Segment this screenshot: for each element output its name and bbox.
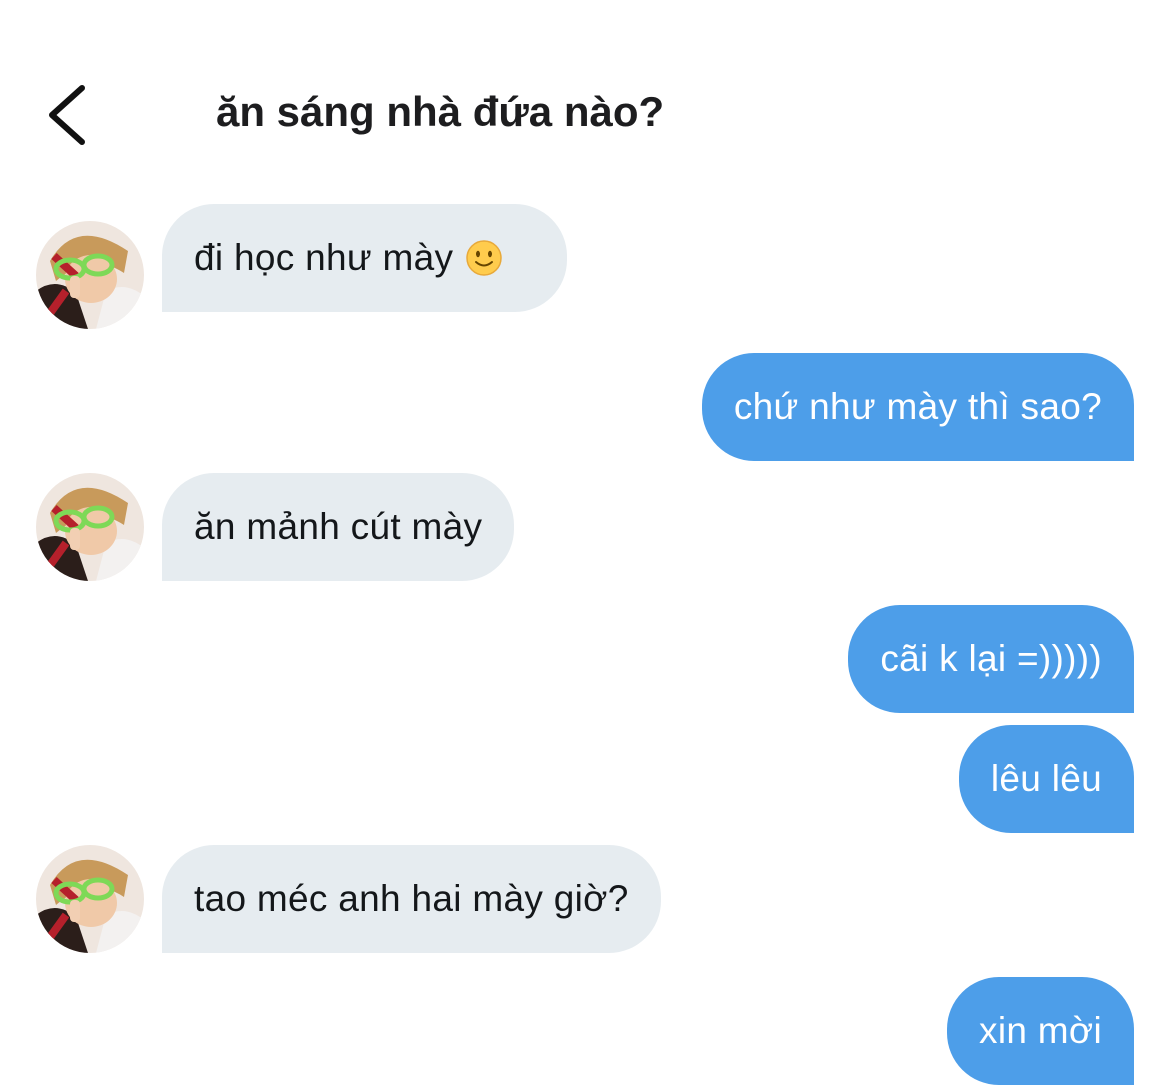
- message-text: cãi k lại =))))): [880, 638, 1102, 679]
- slightly-smiling-face-icon: [466, 240, 503, 276]
- message-bubble-incoming[interactable]: ăn mảnh cút mày: [162, 473, 515, 581]
- avatar[interactable]: [36, 473, 144, 581]
- message-text: xin mời: [979, 1010, 1102, 1051]
- message-bubble-outgoing[interactable]: lêu lêu: [958, 725, 1134, 833]
- message-bubble-outgoing[interactable]: cãi k lại =))))): [848, 605, 1134, 713]
- avatar[interactable]: [36, 845, 144, 953]
- message-bubble-incoming[interactable]: đi học như mày: [162, 204, 567, 312]
- avatar-photo: [36, 221, 144, 329]
- message-text: đi học như mày: [194, 237, 454, 278]
- avatar[interactable]: [36, 221, 144, 329]
- message-text: tao méc anh hai mày giờ?: [194, 878, 629, 919]
- message-text: ăn mảnh cút mày: [194, 506, 483, 547]
- message-thread: đi học như mày chứ như mày thì sao? ăn m…: [0, 0, 1169, 1090]
- avatar-photo: [36, 845, 144, 953]
- message-bubble-incoming[interactable]: tao méc anh hai mày giờ?: [162, 845, 661, 953]
- message-bubble-outgoing[interactable]: xin mời: [947, 977, 1134, 1085]
- message-text: lêu lêu: [990, 758, 1102, 799]
- message-bubble-outgoing[interactable]: chứ như mày thì sao?: [701, 353, 1134, 461]
- avatar-photo: [36, 473, 144, 581]
- message-text: chứ như mày thì sao?: [733, 386, 1102, 427]
